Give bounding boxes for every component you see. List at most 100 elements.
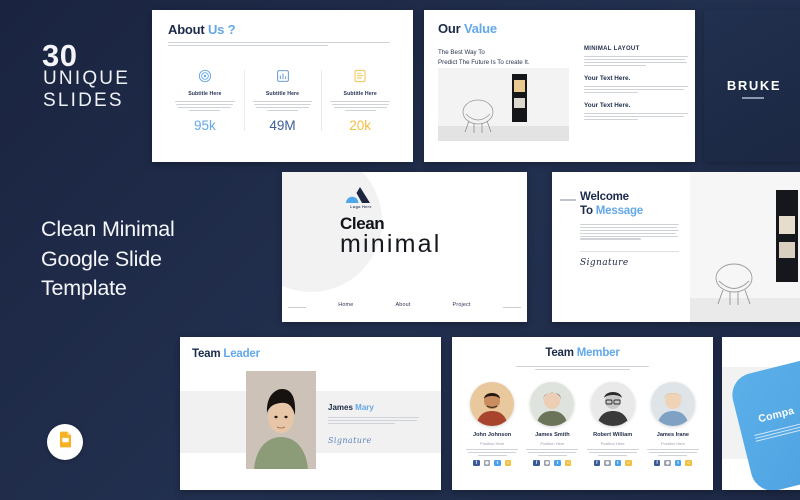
facebook-icon[interactable]: f	[653, 459, 661, 467]
value-block-body	[584, 85, 688, 93]
about-stat: 20k	[349, 117, 372, 133]
leader-signature: Signature	[328, 436, 372, 445]
welcome-signature: Signature	[580, 258, 629, 268]
member-socials: f ◉ t ☺	[583, 459, 643, 467]
member-socials: f ◉ t ☺	[522, 459, 582, 467]
slide-welcome-message[interactable]: Welcome To Message Signature	[552, 172, 800, 322]
member-card-body	[643, 449, 703, 456]
member-card[interactable]: John Johnson Position Here f ◉ t ☺	[462, 382, 522, 467]
unique-label: UNIQUE	[43, 68, 131, 89]
member-position: Position Here	[660, 441, 685, 446]
google-slides-icon	[56, 430, 75, 454]
member-position: Position Here	[540, 441, 565, 446]
chart-icon	[249, 66, 317, 86]
slides-label: SLIDES	[43, 90, 124, 111]
document-icon	[326, 66, 394, 86]
page-title: Clean Minimal Google Slide Template	[41, 217, 175, 301]
member-name: James Irane	[656, 432, 690, 438]
slide-company[interactable]: Compa	[722, 337, 800, 490]
brand-name: BRUKE	[726, 78, 782, 93]
member-name: John Johnson	[473, 432, 512, 438]
chair-and-wall-shelf-photo	[690, 172, 800, 322]
twitter-icon[interactable]: t	[554, 459, 561, 467]
leader-title-dark: Team	[192, 348, 221, 360]
member-card[interactable]: James Smith Position Here f ◉ t ☺	[522, 382, 582, 467]
welcome-body-text	[580, 224, 679, 241]
twitter-icon[interactable]: t	[494, 459, 501, 467]
member-card[interactable]: Robert William Position Here f ◉ t ☺	[583, 382, 643, 467]
value-block: MINIMAL LAYOUT	[584, 46, 688, 66]
instagram-icon[interactable]: ◉	[664, 459, 671, 467]
about-columns: Subtitle Here 95k Subtitle Here 49M Subt…	[166, 66, 399, 133]
nav-item-about[interactable]: About	[395, 302, 410, 308]
member-socials: f ◉ t ☺	[462, 459, 522, 467]
welcome-divider	[580, 251, 679, 252]
member-card-body	[462, 449, 522, 456]
about-column-body	[171, 101, 239, 111]
member-position: Position Here	[480, 441, 505, 446]
about-title: About Us ?	[168, 22, 236, 37]
welcome-title-light: Message	[595, 205, 643, 218]
slide-clean-minimal-cover[interactable]: Logo Here Clean minimal Home About Proje…	[282, 172, 527, 322]
about-stat: 95k	[193, 117, 216, 133]
twitter-icon[interactable]: t	[614, 459, 622, 467]
about-subtitle: Subtitle Here	[188, 91, 222, 97]
facebook-icon[interactable]: f	[533, 459, 540, 467]
welcome-title: Welcome To Message	[580, 190, 643, 219]
mountain-cloud-logo-icon	[343, 186, 373, 204]
about-subtitle: Subtitle Here	[343, 91, 377, 97]
about-stat: 49M	[269, 117, 296, 133]
target-icon	[171, 66, 239, 86]
facebook-icon[interactable]: f	[593, 459, 601, 467]
value-lead-line2: Predict The Future Is To create It.	[438, 59, 530, 67]
welcome-title-dark: To	[580, 205, 593, 218]
member-card[interactable]: James Irane Position Here f ◉ t ☺	[643, 382, 703, 467]
about-column: Subtitle Here 95k	[166, 66, 244, 133]
slide-our-value[interactable]: Our Value The Best Way To Predict The Fu…	[424, 10, 695, 162]
slide-about-us[interactable]: About Us ? Subtitle Here 95k Subtitle He…	[152, 10, 413, 162]
snapchat-icon[interactable]: ☺	[504, 459, 512, 467]
snapchat-icon[interactable]: ☺	[625, 459, 632, 467]
about-title-dark: About	[168, 22, 205, 37]
value-lead: The Best Way To Predict The Future Is To…	[438, 48, 578, 68]
facebook-icon[interactable]: f	[473, 459, 480, 467]
value-block: Your Text Here.	[584, 102, 688, 120]
google-slides-badge[interactable]	[47, 424, 83, 460]
nav-item-project[interactable]: Project	[453, 302, 471, 308]
slide-team-member[interactable]: Team Member John Johnson Position Here f…	[452, 337, 713, 490]
value-block-heading: Your Text Here.	[584, 101, 631, 109]
leader-body-text	[328, 417, 419, 426]
member-name: James Smith	[535, 432, 570, 438]
snapchat-icon[interactable]: ☺	[564, 459, 572, 467]
value-text-blocks: MINIMAL LAYOUT Your Text Here. Your Text…	[584, 46, 688, 129]
brand-underline	[742, 97, 764, 99]
instagram-icon[interactable]: ◉	[543, 459, 551, 467]
about-column: Subtitle Here 49M	[243, 66, 322, 133]
about-column-body	[326, 101, 394, 111]
avatar	[590, 382, 635, 426]
hero-navbar: Home About Project	[282, 302, 527, 308]
slide-team-leader[interactable]: Team Leader James Mary Signature	[180, 337, 441, 490]
member-title-light: Member	[576, 347, 620, 359]
title-dash	[560, 199, 576, 201]
value-title-light: Value	[463, 21, 497, 36]
value-lead-line1: The Best Way To	[438, 49, 485, 56]
avatar	[530, 382, 575, 426]
leader-name-light: Mary	[355, 403, 374, 412]
instagram-icon[interactable]: ◉	[604, 459, 611, 467]
twitter-icon[interactable]: t	[674, 459, 682, 467]
value-block-heading: MINIMAL LAYOUT	[584, 46, 640, 52]
welcome-title-line1: Welcome	[580, 191, 629, 203]
about-column: Subtitle Here 20k	[321, 66, 399, 133]
slide-bruke-cover[interactable]: BRUKE	[704, 10, 800, 162]
portrait-man-green-sweater	[246, 371, 316, 469]
about-body-text	[168, 42, 390, 48]
member-grid: John Johnson Position Here f ◉ t ☺ James…	[462, 382, 703, 467]
leader-title-light: Leader	[223, 348, 260, 360]
value-title-dark: Our	[438, 21, 461, 36]
member-body-text	[516, 366, 649, 372]
snapchat-icon[interactable]: ☺	[685, 459, 692, 467]
instagram-icon[interactable]: ◉	[483, 459, 491, 467]
nav-item-home[interactable]: Home	[338, 302, 353, 308]
member-position: Position Here	[600, 441, 625, 446]
